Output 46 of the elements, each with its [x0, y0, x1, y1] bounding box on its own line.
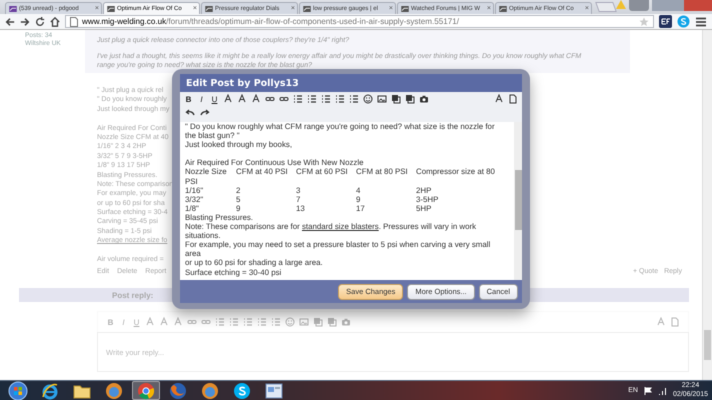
- flag-icon[interactable]: [644, 386, 652, 394]
- format-button[interactable]: U: [210, 94, 219, 104]
- extension-icon[interactable]: [659, 15, 672, 28]
- page-icon: [70, 16, 78, 26]
- round-app-icon[interactable]: [105, 382, 123, 400]
- page-scrollbar[interactable]: [702, 30, 712, 380]
- forward-icon[interactable]: [20, 16, 30, 26]
- globe-icon[interactable]: [169, 382, 187, 400]
- reload-icon[interactable]: [35, 16, 45, 26]
- editor-scrollbar[interactable]: [514, 122, 522, 280]
- tab-favicon-icon: [205, 6, 213, 12]
- round-app-icon[interactable]: [201, 382, 219, 400]
- circle-browser-icon[interactable]: [137, 382, 155, 400]
- home-icon[interactable]: [50, 16, 60, 26]
- scroll-thumb[interactable]: [704, 330, 711, 360]
- camera-icon[interactable]: [419, 94, 429, 104]
- start-button[interactable]: [8, 380, 28, 400]
- bullet-list-icon[interactable]: [307, 94, 317, 104]
- smiley-icon[interactable]: [363, 94, 373, 104]
- browser-icon[interactable]: [41, 382, 59, 400]
- address-field[interactable]: www.mig-welding.co.uk/forum/threads/optimum-air-flow-of-components-used-in-air-supply-system.55171/: [65, 15, 654, 28]
- window-icon[interactable]: [265, 382, 283, 398]
- menu-icon[interactable]: [695, 16, 707, 28]
- image-icon[interactable]: [377, 94, 387, 104]
- redo-icon[interactable]: [200, 108, 210, 118]
- format-button[interactable]: I: [197, 94, 206, 104]
- back-icon[interactable]: [5, 16, 15, 26]
- undo-icon[interactable]: [185, 108, 195, 118]
- chat-icon[interactable]: [233, 382, 251, 400]
- text-color-icon[interactable]: [223, 94, 233, 104]
- post-text-area[interactable]: [180, 122, 522, 280]
- folder-icon[interactable]: [73, 382, 91, 398]
- dialog-title: Edit Post by Pollys13: [180, 74, 522, 92]
- link-icon[interactable]: [265, 94, 275, 104]
- tab-favicon-icon: [9, 6, 17, 12]
- media-icon[interactable]: [391, 94, 401, 104]
- tab-favicon-icon: [401, 6, 409, 12]
- tab-favicon-icon: [107, 6, 115, 12]
- star-icon[interactable]: [639, 16, 649, 26]
- tab-favicon-icon: [499, 6, 507, 12]
- format-button[interactable]: B: [184, 94, 193, 104]
- tab-favicon-icon: [303, 6, 311, 12]
- scroll-thumb[interactable]: [515, 170, 522, 230]
- signal-icon[interactable]: [658, 386, 667, 394]
- url-text: www.mig-welding.co.uk/forum/threads/optimum-air-flow-of-components-used-in-air-supply-system.55171/: [82, 17, 459, 26]
- warning-icon: [616, 0, 626, 9]
